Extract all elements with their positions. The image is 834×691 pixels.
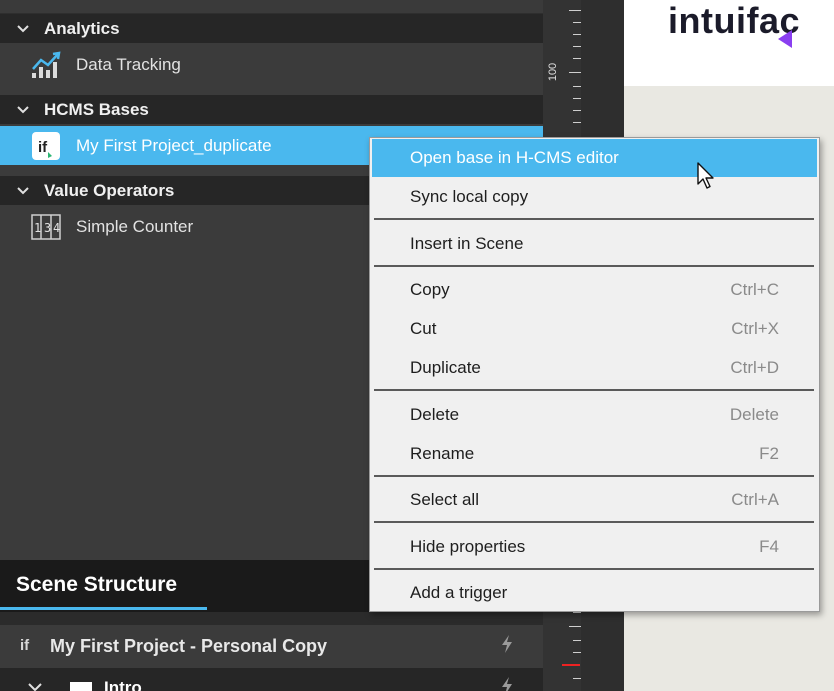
ruler-tick	[573, 58, 581, 59]
svg-text:if: if	[20, 637, 30, 654]
menu-item-copy[interactable]: Copy Ctrl+C	[372, 271, 817, 309]
ruler-tick	[573, 612, 581, 613]
menu-separator	[374, 475, 814, 477]
chevron-down-icon[interactable]	[16, 184, 30, 198]
tab-scene-structure[interactable]: Scene Structure	[0, 560, 207, 610]
section-header-analytics[interactable]: Analytics	[0, 14, 543, 43]
menu-item-cut[interactable]: Cut Ctrl+X	[372, 310, 817, 348]
context-menu: Open base in H-CMS editor Sync local cop…	[369, 137, 820, 612]
ruler-tick	[573, 22, 581, 23]
svg-text:if: if	[38, 139, 48, 156]
menu-item-sync-local-copy[interactable]: Sync local copy	[372, 178, 817, 216]
asset-item-label: Data Tracking	[76, 54, 181, 74]
scene-intro-row[interactable]: Intro	[0, 668, 543, 691]
menu-item-open-base-in-hcms-editor[interactable]: Open base in H-CMS editor	[372, 139, 817, 177]
tab-label: Scene Structure	[16, 573, 178, 596]
ruler-tick	[569, 626, 581, 627]
menu-separator	[374, 218, 814, 220]
ruler-position-marker	[562, 664, 580, 666]
menu-item-insert-in-scene[interactable]: Insert in Scene	[372, 225, 817, 263]
menu-item-shortcut: Ctrl+A	[731, 490, 779, 509]
ruler-tick	[573, 86, 581, 87]
svg-text:1: 1	[34, 221, 41, 235]
asset-item-data-tracking[interactable]: Data Tracking	[0, 45, 543, 84]
menu-item-label: Select all	[410, 490, 479, 509]
menu-separator	[374, 521, 814, 523]
ruler-tick	[573, 122, 581, 123]
ruler-label: 100	[547, 62, 560, 82]
menu-item-select-all[interactable]: Select all Ctrl+A	[372, 481, 817, 519]
menu-item-label: Duplicate	[410, 358, 481, 377]
ruler-tick	[573, 34, 581, 35]
section-header-hcms-bases[interactable]: HCMS Bases	[0, 95, 543, 124]
menu-item-label: Sync local copy	[410, 187, 529, 206]
lightning-icon[interactable]	[500, 634, 514, 659]
ruler-tick	[569, 72, 581, 73]
menu-separator	[374, 389, 814, 391]
ruler-tick	[573, 652, 581, 653]
menu-item-shortcut: Ctrl+D	[730, 358, 779, 377]
section-title: Value Operators	[44, 180, 175, 200]
ruler-tick	[573, 46, 581, 47]
asset-item-label: Simple Counter	[76, 216, 194, 236]
lightning-icon[interactable]	[500, 676, 514, 691]
ruler-tick	[573, 98, 581, 99]
intuiface-logo-icon: if	[31, 131, 61, 161]
chart-icon	[31, 50, 61, 80]
menu-item-label: Add a trigger	[410, 583, 508, 602]
active-tab-indicator	[0, 607, 207, 610]
menu-item-label: Hide properties	[410, 537, 526, 556]
menu-item-shortcut: Ctrl+X	[731, 319, 779, 338]
counter-icon: 1 3 4	[31, 212, 61, 242]
mouse-cursor-icon	[697, 162, 717, 195]
chevron-down-icon[interactable]	[16, 22, 30, 36]
menu-item-delete[interactable]: Delete Delete	[372, 396, 817, 434]
scene-label: Intro	[104, 678, 142, 691]
menu-item-shortcut: F4	[759, 537, 779, 556]
menu-item-rename[interactable]: Rename F2	[372, 435, 817, 473]
scene-thumbnail-icon	[70, 682, 92, 691]
menu-item-label: Rename	[410, 444, 475, 463]
svg-text:4: 4	[53, 221, 60, 235]
project-label: My First Project - Personal Copy	[50, 636, 328, 656]
menu-item-duplicate[interactable]: Duplicate Ctrl+D	[372, 349, 817, 387]
ruler-tick	[573, 110, 581, 111]
section-title: HCMS Bases	[44, 99, 149, 119]
logo-triangle-icon	[778, 30, 792, 48]
asset-item-label: My First Project_duplicate	[76, 135, 272, 155]
intuiface-logo-icon: if	[18, 633, 38, 660]
menu-item-add-a-trigger[interactable]: Add a trigger	[372, 574, 817, 612]
menu-item-label: Copy	[410, 280, 450, 299]
menu-item-label: Cut	[410, 319, 437, 338]
ruler-tick	[569, 10, 581, 11]
menu-separator	[374, 265, 814, 267]
menu-item-shortcut: F2	[759, 444, 779, 463]
menu-item-label: Insert in Scene	[410, 234, 524, 253]
menu-item-hide-properties[interactable]: Hide properties F4	[372, 528, 817, 566]
menu-item-label: Delete	[410, 405, 460, 424]
menu-item-shortcut: Delete	[729, 405, 779, 424]
menu-item-label: Open base in H-CMS editor	[410, 148, 619, 167]
menu-item-shortcut: Ctrl+C	[730, 280, 779, 299]
section-title: Analytics	[44, 18, 120, 38]
scene-project-row[interactable]: if My First Project - Personal Copy	[0, 625, 543, 668]
svg-text:3: 3	[44, 221, 51, 235]
ruler-tick	[573, 678, 581, 679]
ruler-tick	[573, 640, 581, 641]
panel-top-strip	[0, 0, 543, 14]
chevron-down-icon[interactable]	[28, 680, 42, 691]
menu-separator	[374, 568, 814, 570]
chevron-down-icon[interactable]	[16, 103, 30, 117]
canvas-header-area: intuifac	[624, 0, 834, 86]
